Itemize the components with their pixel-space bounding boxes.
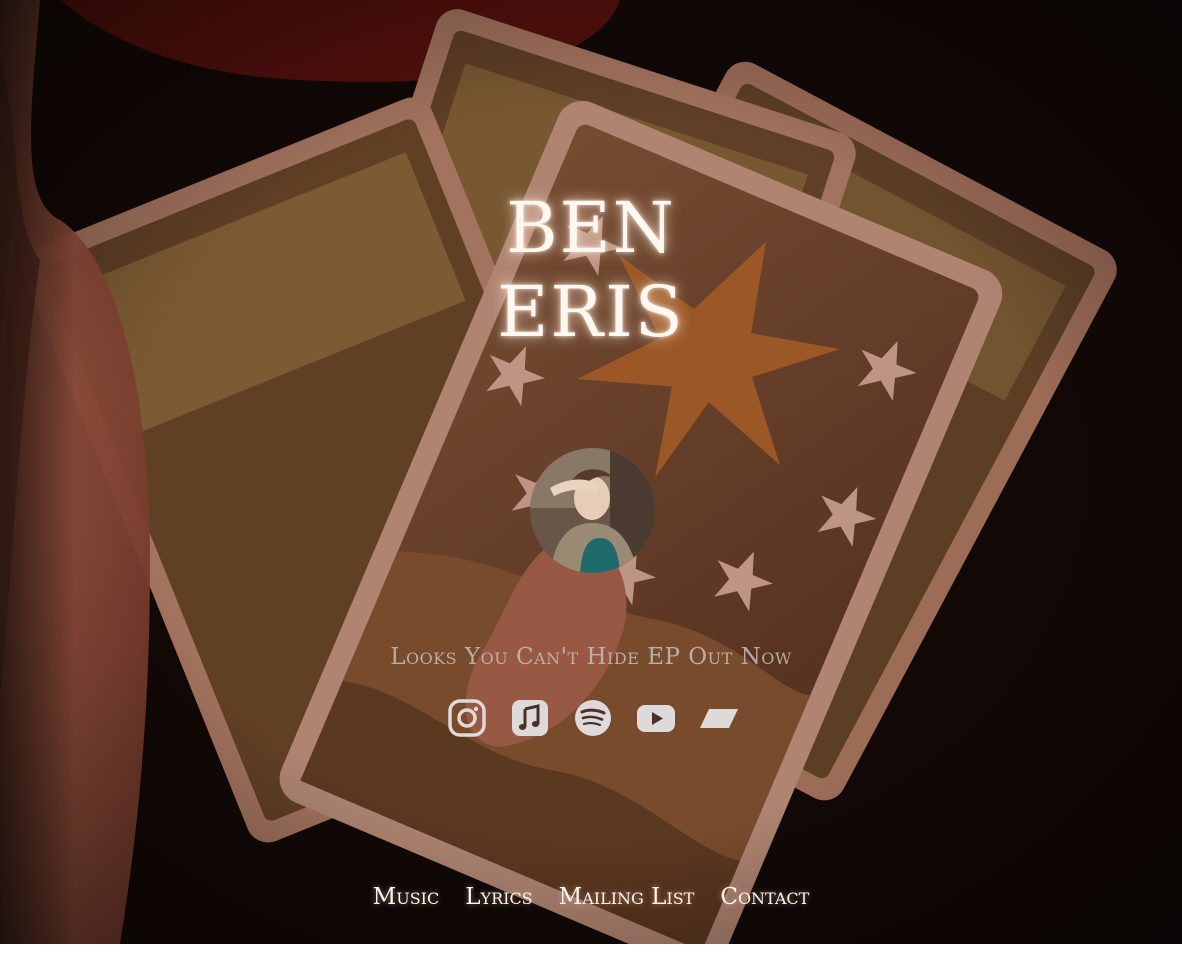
nav-link-lyrics[interactable]: Lyrics	[465, 884, 532, 910]
nav-link-music[interactable]: Music	[373, 884, 440, 910]
spotify-icon	[575, 700, 611, 736]
nav-link-contact[interactable]: Contact	[720, 884, 809, 910]
artist-avatar	[530, 448, 655, 573]
instagram-icon	[448, 699, 486, 737]
bandcamp-link[interactable]	[699, 697, 739, 739]
bandcamp-icon	[700, 709, 738, 728]
apple-music-link[interactable]	[510, 697, 550, 739]
apple-music-icon	[512, 700, 548, 736]
release-tagline: Looks You Can't Hide EP Out Now	[390, 644, 792, 670]
artist-name-line-2: ERIS	[497, 271, 685, 353]
artist-photo	[530, 448, 655, 573]
artist-title: BEN ERIS	[0, 186, 1182, 354]
instagram-link[interactable]	[447, 697, 487, 739]
spotify-link[interactable]	[573, 697, 613, 739]
nav-link-mailing-list[interactable]: Mailing List	[559, 884, 695, 910]
artist-name-line-1: BEN	[506, 187, 676, 269]
youtube-icon	[637, 705, 675, 732]
social-links	[447, 697, 739, 741]
youtube-link[interactable]	[636, 697, 676, 739]
main-navigation: Music Lyrics Mailing List Contact	[0, 884, 1182, 910]
hero-background: BEN ERIS Looks You Can't Hide EP Out Now	[0, 0, 1182, 944]
